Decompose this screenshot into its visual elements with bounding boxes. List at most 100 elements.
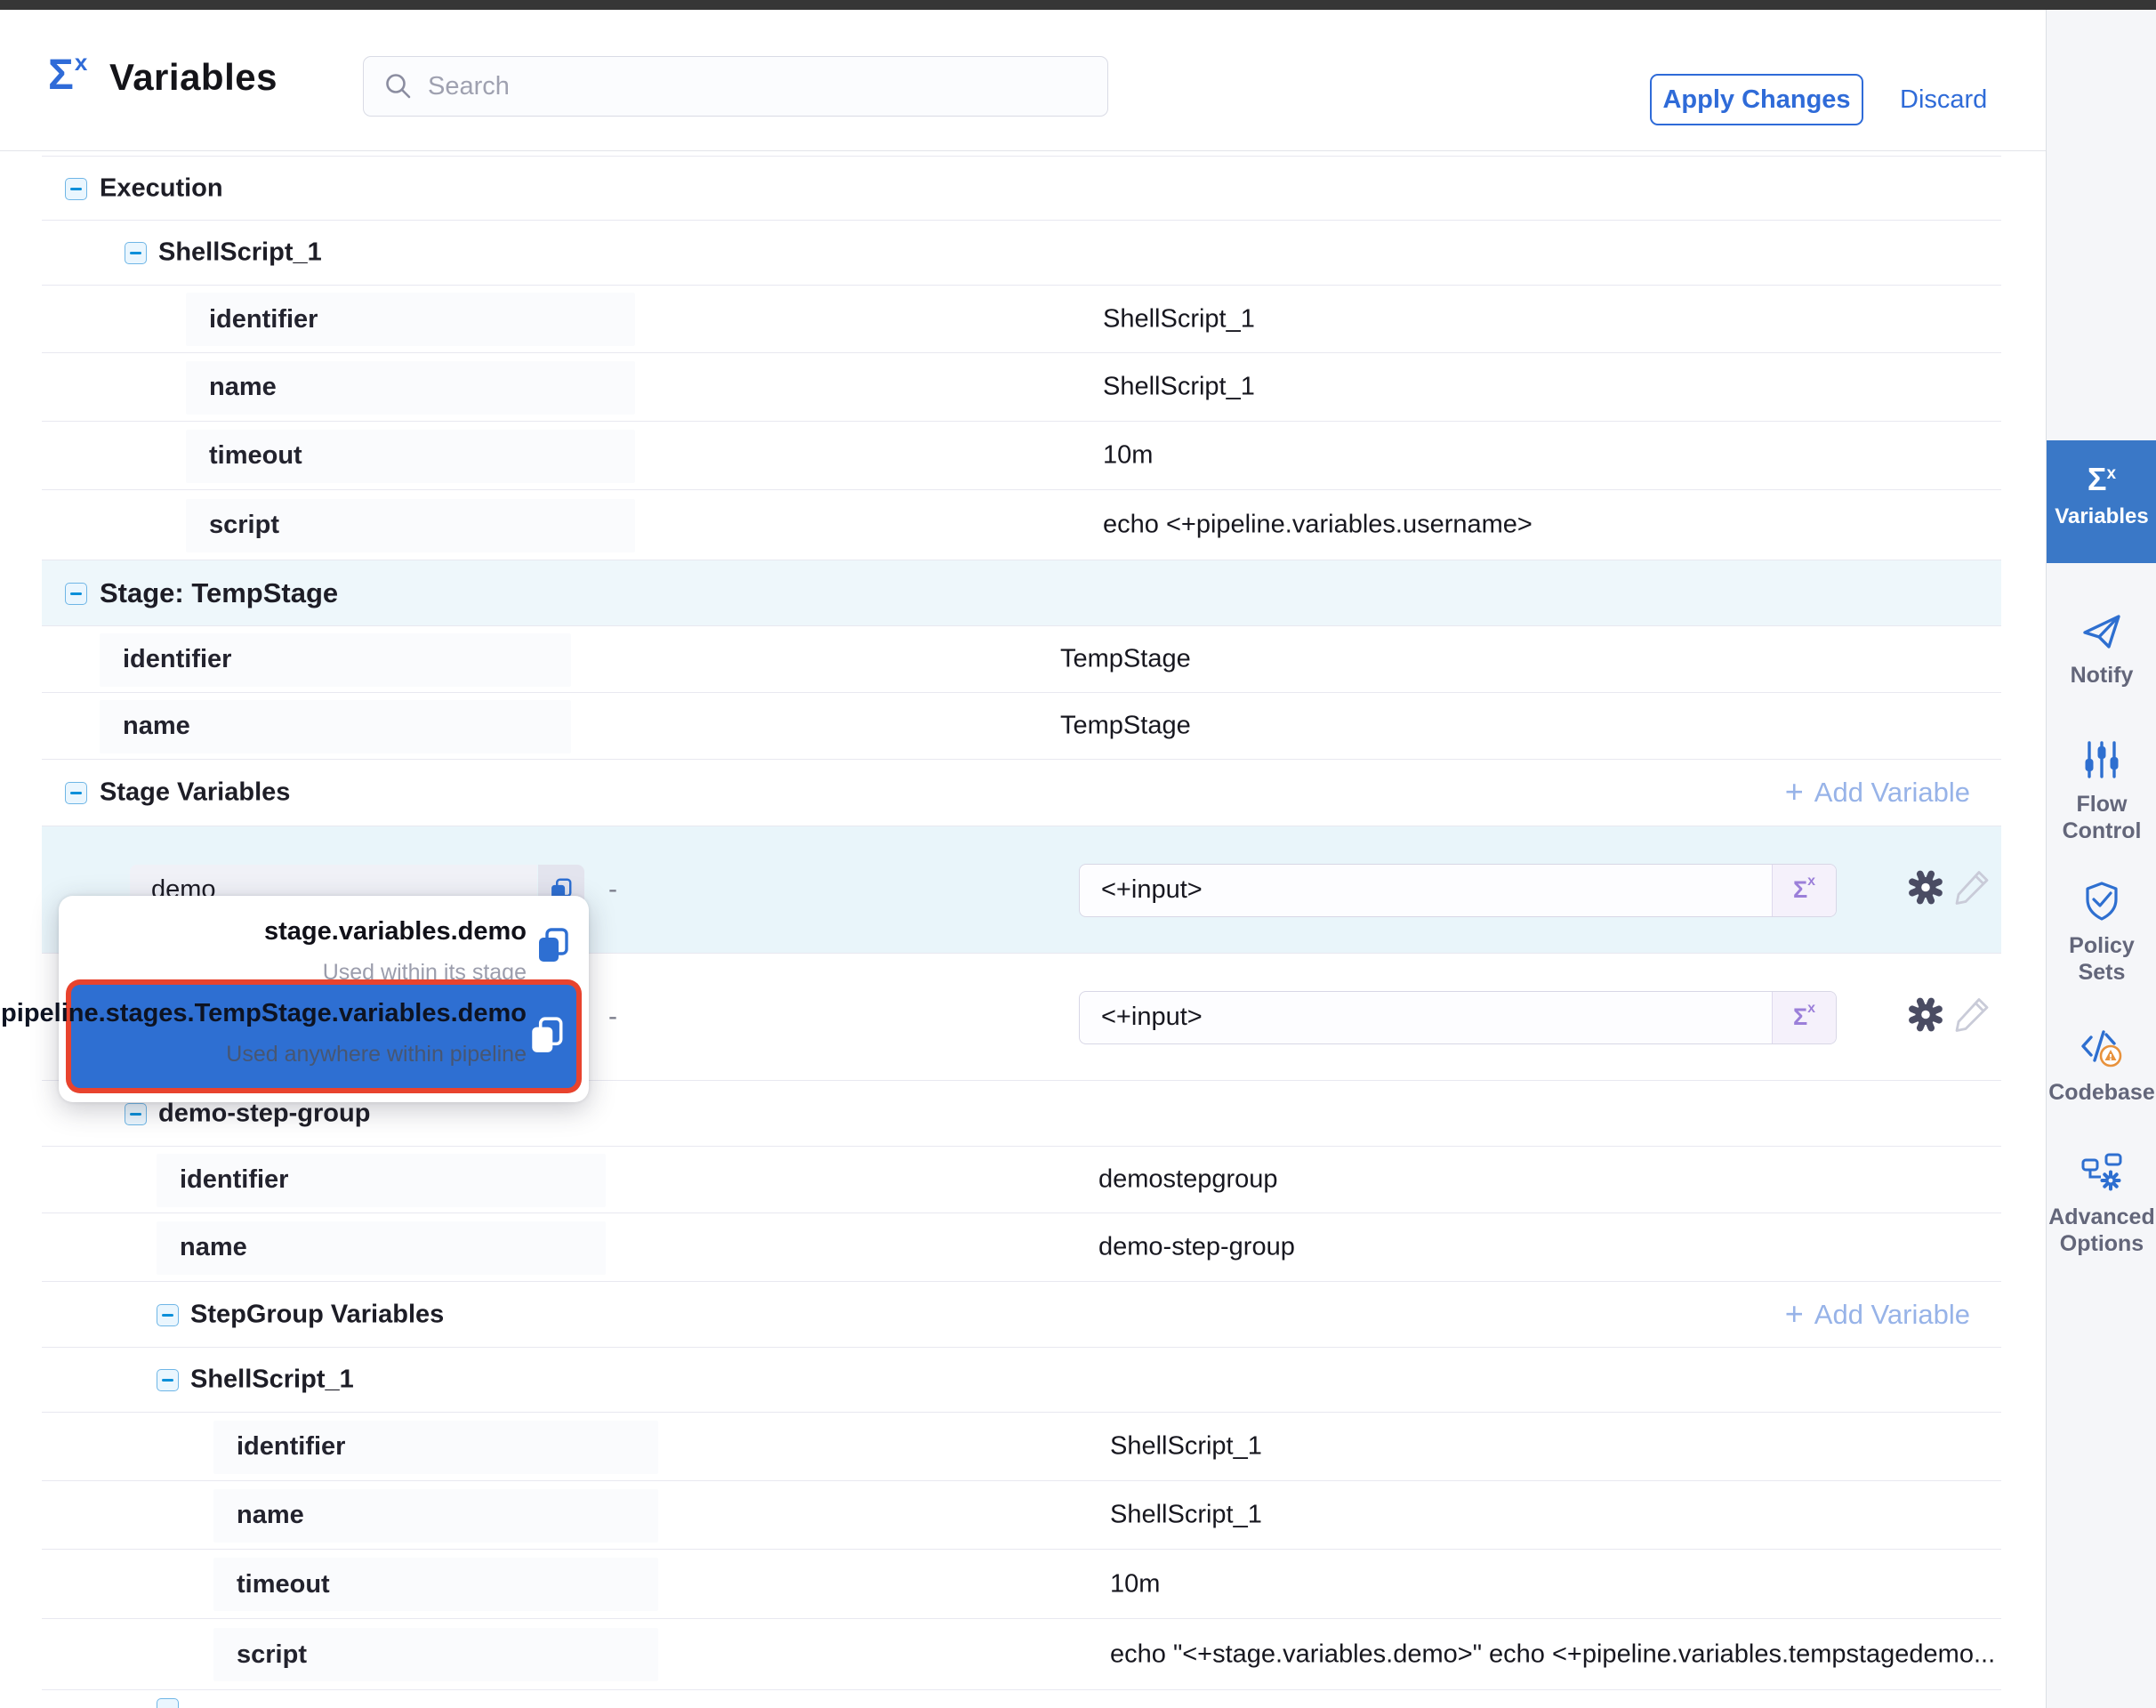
sidebar-item-variables-active[interactable]: Σx Variables	[2047, 440, 2156, 563]
tree-row-label: ShellScript_1	[158, 238, 322, 268]
expression-sigma-toggle[interactable]: Σx	[1772, 992, 1836, 1043]
tree-row-label: StepGroup Variables	[190, 1300, 444, 1329]
collapse-checkbox[interactable]	[125, 242, 147, 264]
field-row-script: script echo <+pipeline.variables.username…	[42, 489, 2001, 560]
plus-icon: +	[1785, 1295, 1804, 1333]
sidebar-item-label: Notify	[2047, 662, 2156, 689]
add-variable-label: Add Variable	[1814, 777, 1970, 809]
variable-value-input[interactable]: <+input> Σx	[1079, 991, 1837, 1044]
field-row-timeout: timeout 10m	[42, 421, 2001, 489]
minus-icon	[130, 1113, 141, 1116]
field-value: demo-step-group	[1098, 1233, 1295, 1262]
minus-icon	[162, 1314, 173, 1317]
collapse-checkbox[interactable]	[157, 1698, 179, 1708]
sidebar-item-policy-sets[interactable]: Policy Sets	[2047, 880, 2156, 986]
field-row-name: name demo-step-group	[42, 1213, 2001, 1281]
field-label-chip: identifier	[100, 633, 571, 687]
tree-row-label: ShellScript_1	[190, 1366, 354, 1395]
collapse-checkbox[interactable]	[157, 1369, 179, 1391]
collapse-checkbox[interactable]	[65, 583, 87, 605]
sidebar-item-advanced-options[interactable]: Advanced Options	[2047, 1151, 2156, 1257]
field-label: name	[237, 1501, 304, 1530]
field-label-chip: script	[213, 1628, 658, 1681]
tree-row-label: Execution	[100, 173, 223, 203]
discard-button[interactable]: Discard	[1900, 74, 1987, 125]
window-chrome-bar	[0, 0, 2156, 10]
search-input[interactable]: Search	[363, 56, 1108, 117]
field-row-name: nameShellScript_1	[42, 1480, 2001, 1549]
sidebar-item-label: Flow Control	[2047, 791, 2156, 844]
sidebar-item-label: Policy Sets	[2047, 932, 2156, 986]
field-label: name	[123, 712, 190, 741]
collapse-checkbox[interactable]	[157, 1304, 179, 1326]
field-row-name: nameShellScript_1	[42, 352, 2001, 421]
field-label-chip: script	[186, 499, 635, 552]
minus-icon	[70, 592, 82, 595]
field-row-script: scriptecho "<+stage.variables.demo>" ech…	[42, 1618, 2001, 1689]
field-label-chip: name	[213, 1489, 658, 1543]
field-label-chip: name	[186, 361, 635, 415]
field-label-chip: identifier	[213, 1421, 658, 1474]
copy-icon[interactable]	[534, 926, 573, 970]
edit-variable-pencil-icon[interactable]	[1952, 995, 1991, 1039]
right-nav-sidebar: Σx Variables Notify Flow Control Policy …	[2046, 10, 2156, 1708]
variable-path-text: stage.variables.demo	[264, 917, 527, 947]
copy-variable-path-popup: stage.variables.demo Used within its sta…	[59, 896, 589, 1102]
shield-check-icon	[2047, 880, 2156, 927]
field-value: TempStage	[1060, 645, 1191, 674]
field-label: script	[209, 511, 279, 540]
plus-icon: +	[1785, 773, 1804, 810]
search-placeholder: Search	[428, 72, 510, 101]
minus-icon	[70, 188, 82, 190]
field-label-chip: timeout	[213, 1558, 658, 1611]
field-label: timeout	[237, 1570, 330, 1599]
field-value: 10m	[1103, 441, 1153, 471]
field-label: name	[209, 373, 277, 402]
sidebar-item-label: Codebase	[2047, 1079, 2156, 1106]
variable-value-input[interactable]: <+input> Σx	[1079, 864, 1837, 917]
field-label: timeout	[209, 441, 302, 471]
minus-icon	[130, 252, 141, 254]
variable-path-option-stage[interactable]: stage.variables.demo Used within its sta…	[59, 910, 589, 988]
field-label-chip: identifier	[157, 1154, 606, 1207]
variable-path-scope: Used within its stage	[323, 960, 527, 986]
field-value: echo <+pipeline.variables.username>	[1103, 511, 1533, 540]
variable-settings-gear-icon[interactable]	[1905, 995, 1946, 1040]
expression-sigma-toggle[interactable]: Σx	[1772, 865, 1836, 916]
variable-value-text[interactable]: <+input>	[1080, 875, 1772, 905]
sidebar-item-flow-control[interactable]: Flow Control	[2047, 738, 2156, 844]
search-icon	[383, 71, 414, 101]
field-value: 10m	[1110, 1569, 1160, 1599]
add-variable-button[interactable]: +Add Variable	[1785, 1296, 1970, 1333]
field-label: identifier	[180, 1165, 288, 1195]
sidebar-item-codebase[interactable]: Codebase	[2047, 1027, 2156, 1106]
variable-path-scope: Used anywhere within pipeline	[226, 1042, 527, 1068]
field-label: name	[180, 1233, 247, 1262]
sidebar-item-label: Variables	[2047, 504, 2156, 529]
field-label: identifier	[209, 305, 318, 334]
field-value: ShellScript_1	[1103, 304, 1255, 334]
sigma-x-icon: Σx	[2047, 463, 2156, 495]
field-label: script	[237, 1640, 307, 1670]
page-title: Variables	[109, 56, 278, 99]
sidebar-item-notify[interactable]: Notify	[2047, 611, 2156, 689]
variable-path-option-pipeline-selected[interactable]: pipeline.stages.TempStage.variables.demo…	[71, 985, 576, 1088]
variables-sigma-logo-icon: Σx	[48, 54, 86, 97]
variable-value-text[interactable]: <+input>	[1080, 1003, 1772, 1032]
field-row-timeout: timeout 10m	[42, 1549, 2001, 1618]
partial-row	[42, 1689, 2001, 1708]
edit-variable-pencil-icon[interactable]	[1952, 868, 1991, 912]
collapse-checkbox[interactable]	[65, 782, 87, 804]
add-variable-button[interactable]: + Add Variable	[1785, 774, 1970, 811]
variable-settings-gear-icon[interactable]	[1905, 867, 1946, 913]
collapse-checkbox[interactable]	[65, 178, 87, 200]
tree-row-shellscript-1: ShellScript_1	[42, 1347, 2001, 1412]
collapse-checkbox[interactable]	[125, 1103, 147, 1125]
apply-changes-button[interactable]: Apply Changes	[1650, 74, 1863, 125]
tree-row-shellscript-1: ShellScript_1	[42, 220, 2001, 285]
field-row-identifier: identifierShellScript_1	[42, 1412, 2001, 1480]
field-label-chip: identifier	[186, 293, 635, 346]
field-label-chip: timeout	[186, 430, 635, 483]
minus-icon	[162, 1379, 173, 1382]
copy-icon[interactable]	[527, 1015, 567, 1060]
